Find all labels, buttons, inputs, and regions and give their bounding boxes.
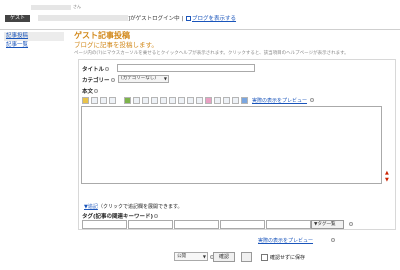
help-icon[interactable] bbox=[331, 238, 335, 242]
image-icon[interactable] bbox=[100, 96, 107, 104]
align-left-icon[interactable] bbox=[178, 96, 185, 104]
category-select-value: (カテゴリーなし) bbox=[121, 76, 157, 81]
detail-hint: （クリックで追記欄を展開できます。 bbox=[98, 204, 183, 210]
save-button[interactable] bbox=[241, 252, 252, 262]
expand-down-icon[interactable]: ▼ bbox=[385, 177, 389, 183]
body-textarea[interactable] bbox=[81, 106, 382, 184]
view-blog-label: ブログを表示する bbox=[192, 16, 237, 22]
tag-input-1[interactable] bbox=[82, 220, 127, 229]
align-center-icon[interactable] bbox=[187, 96, 194, 104]
user-badge: ゲスト bbox=[5, 15, 30, 22]
preview-icon[interactable] bbox=[241, 96, 248, 104]
underline-icon[interactable] bbox=[151, 96, 158, 104]
page-subtitle: ブログに記事を投稿します。 bbox=[74, 41, 158, 49]
chevron-down-icon: ▼ bbox=[202, 254, 206, 259]
help-icon[interactable] bbox=[94, 89, 99, 93]
sidebar-item-list[interactable]: 記事一覧 bbox=[4, 41, 64, 50]
tag-list-button[interactable]: ▼タグ一覧 bbox=[311, 220, 344, 229]
sidebar-item-post[interactable]: 記事投稿 bbox=[4, 32, 64, 41]
tag-list-label: ▼タグ一覧 bbox=[314, 222, 336, 227]
page-help-text: ページ内の(?)にマウスカーソルを乗せるとクイックヘルプが表示されます。クリック… bbox=[74, 51, 349, 56]
title-input[interactable] bbox=[117, 64, 255, 72]
title-label-text: タイトル bbox=[82, 67, 105, 73]
photo-icon[interactable] bbox=[109, 96, 116, 104]
title-label: タイトル bbox=[82, 65, 110, 73]
help-icon[interactable] bbox=[105, 67, 110, 71]
body-label: 本文 bbox=[82, 87, 99, 95]
publish-select[interactable]: 公開 ▼ bbox=[174, 252, 208, 261]
color-icon[interactable] bbox=[82, 96, 89, 104]
main-header: ゲスト記事投稿 ブログに記事を投稿します。 ページ内の(?)にマウスカーソルを乗… bbox=[74, 31, 398, 57]
checkbox-icon[interactable] bbox=[91, 96, 98, 104]
font-size-icon[interactable] bbox=[169, 96, 176, 104]
top-bar: さん ゲスト ]がゲストログイン中 | ブログを表示する bbox=[0, 0, 400, 30]
blog-name-redacted bbox=[38, 15, 128, 21]
confirm-button[interactable]: 確認 bbox=[213, 252, 235, 262]
list-icon[interactable] bbox=[223, 96, 230, 104]
expand-up-icon[interactable]: ▲ bbox=[385, 170, 389, 176]
user-suffix: さん bbox=[73, 4, 81, 9]
link-icon[interactable] bbox=[205, 96, 212, 104]
save-without-confirm-checkbox[interactable] bbox=[261, 254, 268, 261]
preview-link-bottom[interactable]: 実際の表示をプレビュー bbox=[258, 237, 313, 244]
toggle-detail-link[interactable]: ▼追記 bbox=[84, 203, 98, 210]
editor-toolbar: 実際の表示をプレビュー bbox=[82, 96, 315, 104]
category-label: カテゴリー bbox=[82, 76, 115, 84]
body-label-text: 本文 bbox=[82, 89, 94, 95]
page-title: ゲスト記事投稿 bbox=[74, 31, 130, 40]
category-label-text: カテゴリー bbox=[82, 78, 110, 84]
tag-label: タグ(記事の関連キーワード) bbox=[82, 212, 159, 220]
view-blog-link[interactable]: ブログを表示する bbox=[186, 14, 236, 22]
tag-input-2[interactable] bbox=[128, 220, 173, 229]
more-icon[interactable] bbox=[232, 96, 239, 104]
tag-input-5[interactable] bbox=[266, 220, 311, 229]
category-select[interactable]: (カテゴリーなし) ▼ bbox=[118, 75, 169, 83]
chevron-down-icon: ▼ bbox=[163, 76, 167, 81]
help-icon[interactable] bbox=[310, 98, 315, 102]
tag-input-3[interactable] bbox=[174, 220, 219, 229]
user-name-redacted bbox=[31, 5, 71, 10]
strike-icon[interactable] bbox=[160, 96, 167, 104]
align-right-icon[interactable] bbox=[196, 96, 203, 104]
emoji-icon[interactable] bbox=[124, 96, 131, 104]
preview-link-top[interactable]: 実際の表示をプレビュー bbox=[252, 97, 307, 104]
login-status: ]がゲストログイン中 | bbox=[128, 16, 184, 22]
tag-input-4[interactable] bbox=[220, 220, 265, 229]
italic-icon[interactable] bbox=[142, 96, 149, 104]
help-icon[interactable] bbox=[154, 214, 159, 218]
help-icon[interactable] bbox=[349, 222, 353, 226]
save-without-confirm-label: 確認せずに保存 bbox=[270, 255, 306, 261]
bold-icon[interactable] bbox=[133, 96, 140, 104]
help-icon[interactable] bbox=[110, 78, 115, 82]
publish-select-value: 公開 bbox=[177, 254, 186, 259]
sidebar: 記事投稿 記事一覧 bbox=[4, 32, 64, 50]
window-icon bbox=[186, 16, 191, 21]
quote-icon[interactable] bbox=[214, 96, 221, 104]
